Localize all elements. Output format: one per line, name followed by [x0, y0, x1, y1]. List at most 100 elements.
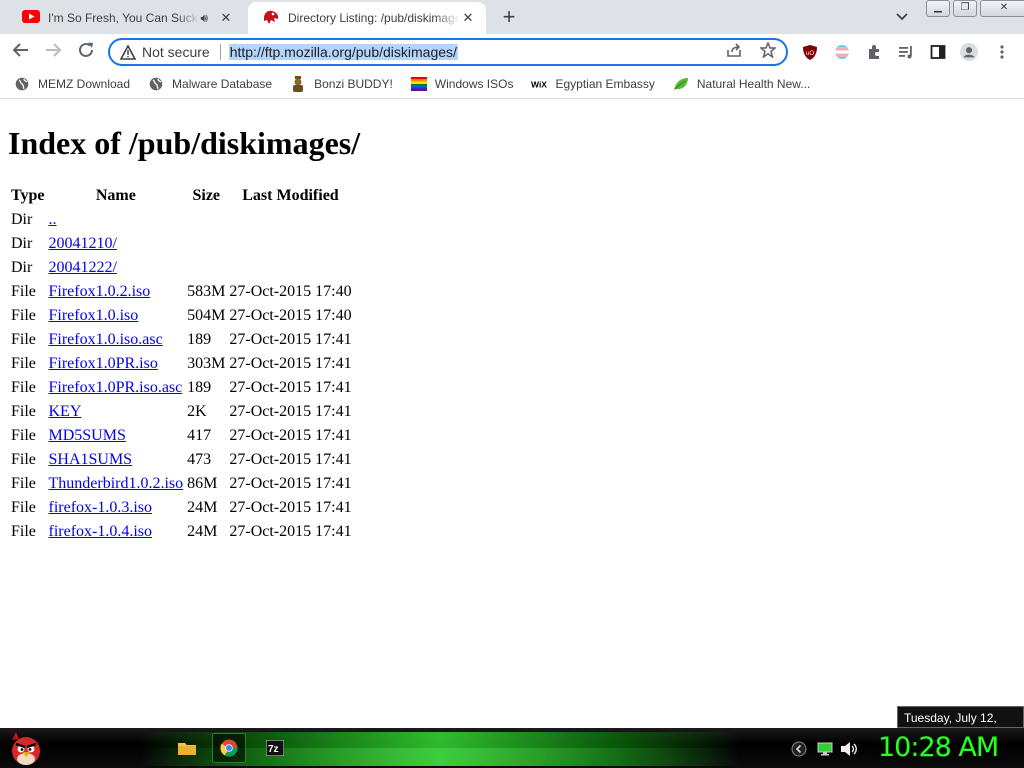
- wix-icon: WiX: [531, 76, 547, 92]
- 7zip-icon[interactable]: 7z: [258, 733, 292, 763]
- table-header-row: Type Name Size Last Modified: [10, 185, 353, 207]
- chrome-icon[interactable]: [212, 733, 246, 763]
- bookmark-star-icon[interactable]: [759, 40, 777, 62]
- row-name-cell: Firefox1.0.iso: [47, 305, 184, 327]
- bookmark-natural-health-news[interactable]: Natural Health New...: [673, 76, 810, 92]
- network-icon[interactable]: [816, 740, 834, 758]
- back-button[interactable]: [10, 41, 32, 63]
- bookmark-egyptian-embassy[interactable]: WiX Egyptian Embassy: [531, 76, 654, 92]
- column-header-name: Name: [95, 187, 136, 204]
- row-name-cell: Firefox1.0PR.iso.asc: [47, 377, 184, 399]
- entry-link[interactable]: Firefox1.0.iso.asc: [48, 331, 162, 348]
- table-row: File MD5SUMS 417 27-Oct-2015 17:41: [10, 425, 353, 447]
- page-content: Index of /pub/diskimages/ Type Name Size…: [0, 99, 1024, 728]
- profile-avatar-icon[interactable]: [960, 43, 978, 61]
- tab-youtube[interactable]: I'm So Fresh, You Can Suck My Nuts 🔊︎ ✕: [8, 2, 244, 34]
- entry-link[interactable]: Firefox1.0.iso: [48, 307, 138, 324]
- close-tab-icon[interactable]: ✕: [218, 10, 234, 26]
- row-modified: [228, 209, 352, 231]
- entry-link[interactable]: KEY: [48, 403, 81, 420]
- row-size: 417: [187, 427, 212, 444]
- row-type: Dir: [11, 235, 33, 252]
- row-name-cell: 20041222/: [47, 257, 184, 279]
- entry-link[interactable]: firefox-1.0.3.iso: [48, 499, 152, 516]
- row-modified: 27-Oct-2015 17:41: [229, 523, 352, 540]
- entry-link[interactable]: firefox-1.0.4.iso: [48, 523, 152, 540]
- collapse-icon[interactable]: [790, 740, 808, 758]
- rainbow-flag-icon: [410, 76, 427, 92]
- row-modified: 27-Oct-2015 17:40: [229, 307, 352, 324]
- warning-icon[interactable]: [120, 44, 136, 60]
- row-name-cell: SHA1SUMS: [47, 449, 184, 471]
- globe-icon: [14, 76, 30, 92]
- row-name-cell: KEY: [47, 401, 184, 423]
- row-size: 189: [187, 379, 212, 396]
- column-header-modified: Last Modified: [242, 187, 339, 204]
- row-name-cell: Thunderbird1.0.2.iso: [47, 473, 184, 495]
- bookmark-windows-isos[interactable]: Windows ISOs: [410, 76, 513, 92]
- row-type: File: [11, 427, 36, 444]
- new-tab-button[interactable]: +: [498, 6, 520, 29]
- ublock-icon[interactable]: uO: [801, 43, 819, 61]
- minimize-button[interactable]: ▁: [926, 0, 950, 17]
- table-row: File Firefox1.0PR.iso 303M 27-Oct-2015 17:4…: [10, 353, 353, 375]
- forward-button[interactable]: [42, 41, 64, 63]
- entry-link[interactable]: SHA1SUMS: [48, 451, 132, 468]
- table-row: Dir 20041222/: [10, 257, 353, 279]
- speaker-icon[interactable]: 🔊︎: [200, 11, 208, 26]
- bookmark-bonzi-buddy[interactable]: Bonzi BUDDY!: [290, 76, 393, 92]
- bookmark-label: Bonzi BUDDY!: [314, 77, 393, 91]
- entry-link[interactable]: Firefox1.0.2.iso: [48, 283, 150, 300]
- security-label[interactable]: Not secure: [142, 44, 210, 60]
- address-bar[interactable]: Not secure http://ftp.mozilla.org/pub/di…: [108, 38, 788, 66]
- table-row: File KEY 2K 27-Oct-2015 17:41: [10, 401, 353, 423]
- browser-toolbar: Not secure http://ftp.mozilla.org/pub/di…: [0, 34, 1024, 70]
- maximize-button[interactable]: ❐: [953, 0, 977, 17]
- row-type: File: [11, 307, 36, 324]
- row-type: File: [11, 355, 36, 372]
- window-controls: ▁ ❐ ✕: [926, 0, 1024, 17]
- share-icon[interactable]: [726, 42, 742, 62]
- tab-directory-listing[interactable]: Directory Listing: /pub/diskimages/ ✕: [248, 2, 486, 34]
- row-name-cell: Firefox1.0.2.iso: [47, 281, 184, 303]
- menu-kebab-icon[interactable]: [993, 43, 1011, 61]
- entry-link[interactable]: Thunderbird1.0.2.iso: [48, 475, 183, 492]
- bookmark-malware-database[interactable]: Malware Database: [148, 76, 272, 92]
- leaf-icon: [673, 76, 689, 92]
- entry-link[interactable]: Firefox1.0PR.iso: [48, 355, 157, 372]
- row-modified: 27-Oct-2015 17:41: [229, 451, 352, 468]
- url-text[interactable]: http://ftp.mozilla.org/pub/diskimages/: [228, 44, 458, 60]
- row-name-cell: firefox-1.0.3.iso: [47, 497, 184, 519]
- side-panel-icon[interactable]: [929, 43, 947, 61]
- row-modified: 27-Oct-2015 17:40: [229, 283, 352, 300]
- close-window-button[interactable]: ✕: [980, 0, 1024, 17]
- row-size: [186, 209, 226, 231]
- volume-icon[interactable]: [840, 740, 858, 758]
- row-type: File: [11, 499, 36, 516]
- start-button-angry-bird-icon[interactable]: [6, 730, 46, 766]
- taskbar-clock[interactable]: 10:28 AM: [878, 732, 999, 763]
- tab-search-chevron-icon[interactable]: [896, 10, 908, 24]
- row-name-cell: firefox-1.0.4.iso: [47, 521, 184, 543]
- entry-link[interactable]: Firefox1.0PR.iso.asc: [48, 379, 182, 396]
- reload-button[interactable]: [75, 41, 97, 63]
- row-size: 24M: [187, 523, 218, 540]
- row-type: Dir: [11, 259, 33, 276]
- svg-text:uO: uO: [806, 51, 814, 57]
- close-tab-icon[interactable]: ✕: [460, 10, 476, 26]
- bookmark-memz-download[interactable]: MEMZ Download: [14, 76, 130, 92]
- entry-link[interactable]: ..: [48, 211, 56, 228]
- extensions-puzzle-icon[interactable]: [865, 43, 883, 61]
- row-modified: [228, 257, 352, 279]
- row-size: 24M: [187, 499, 218, 516]
- table-row: File Firefox1.0.2.iso 583M 27-Oct-2015 17:4…: [10, 281, 353, 303]
- bookmarks-bar: MEMZ Download Malware Database Bonzi BUD…: [0, 70, 1024, 99]
- file-explorer-icon[interactable]: [170, 733, 204, 763]
- svg-text:WiX: WiX: [531, 80, 547, 90]
- media-control-icon[interactable]: [897, 43, 915, 61]
- row-size: 189: [187, 331, 212, 348]
- pride-flag-extension-icon[interactable]: [833, 43, 851, 61]
- entry-link[interactable]: MD5SUMS: [48, 427, 125, 444]
- entry-link[interactable]: 20041210/: [48, 235, 116, 252]
- entry-link[interactable]: 20041222/: [48, 259, 116, 276]
